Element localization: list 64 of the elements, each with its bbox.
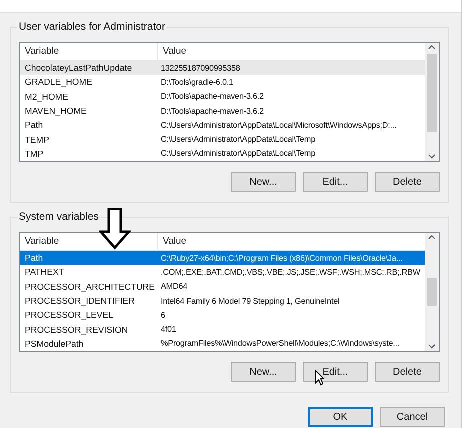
scroll-down-icon[interactable] [428,154,436,159]
variable-row[interactable]: PATHEXT .COM;.EXE;.BAT;.CMD;.VBS;.VBE;.JS;.JSE;.WSF;.WSH;.MSC;.RB;.RBW [20,265,425,280]
variable-value: .COM;.EXE;.BAT;.CMD;.VBS;.VBE;.JS;.JSE;.WSF;.WSH;.MSC;.RB;.RBW [160,268,422,277]
scrollbar[interactable] [425,43,439,161]
variable-value: %ProgramFiles%\WindowsPowerShell\Modules;C:\Windows\syste... [160,339,401,348]
column-header[interactable]: Value [158,233,425,250]
variable-row[interactable]: PROCESSOR_LEVEL 6 [20,308,425,322]
variable-value: D:\Tools\gradle-6.0.1 [160,78,234,87]
variable-row[interactable]: M2_HOME D:\Tools\apache-maven-3.6.2 [20,90,425,104]
variable-row[interactable]: PSModulePath %ProgramFiles%\WindowsPowerShell\Modules;C:\Windows\syste... [20,336,425,351]
variable-name: PROCESSOR_LEVEL [24,310,114,320]
variable-name: PROCESSOR_ARCHITECTURE [24,282,156,292]
action-button[interactable]: Edit... [303,172,368,192]
scroll-thumb[interactable] [427,278,437,306]
scroll-up-icon[interactable] [428,45,436,50]
variable-value: D:\Tools\apache-maven-3.6.2 [160,106,265,116]
variable-name: PROCESSOR_REVISION [24,324,130,335]
variable-name: M2_HOME [24,92,70,102]
variable-value: C:\Ruby27-x64\bin;C:\Program Files (x86)\Common Files\Oracle\Ja... [160,254,404,263]
variable-value: Intel64 Family 6 Model 79 Stepping 1, GenuineIntel [160,296,341,306]
variable-name: TEMP [24,134,50,145]
variable-value: C:\Users\Administrator\AppData\Local\Temp [160,149,316,158]
action-button[interactable]: Edit... [303,362,368,382]
scroll-thumb[interactable] [427,54,437,132]
action-button[interactable]: Delete [375,362,440,382]
group-title: System variables [17,211,101,223]
variable-value: 4f01 [160,325,178,334]
scroll-down-icon[interactable] [428,344,436,349]
variable-name: Path [24,120,44,130]
scroll-up-icon[interactable] [428,235,436,240]
variable-row[interactable]: PROCESSOR_ARCHITECTURE AMD64 [20,280,425,294]
variable-value: C:\Users\Administrator\AppData\Local\Temp [160,135,316,144]
variable-value: AMD64 [160,282,189,292]
variable-name: PSModulePath [24,338,85,349]
variable-row[interactable]: PROCESSOR_IDENTIFIER Intel64 Family 6 Model 79 Stepping 1, GenuineIntel [20,294,425,308]
variable-row[interactable]: Path C:\Users\Administrator\AppData\Local\Microsoft\WindowsApps;D:... [20,118,425,132]
action-button[interactable]: Delete [375,172,440,192]
variable-value: C:\Users\Administrator\AppData\Local\Microsoft\WindowsApps;D:... [160,120,398,130]
variable-value: 132255187090995358 [160,64,242,73]
variable-row[interactable]: Path C:\Ruby27-x64\bin;C:\Program Files (x86)\Common Files\Oracle\Ja... [20,251,425,266]
variable-name: PROCESSOR_IDENTIFIER [24,296,136,306]
column-header[interactable]: Value [158,43,425,60]
variable-name: ChocolateyLastPathUpdate [24,63,134,74]
mouse-pointer-icon [315,370,325,386]
dialog-button[interactable]: Cancel [380,407,445,427]
action-button[interactable]: New... [231,172,296,192]
variable-name: TMP [24,148,45,159]
scrollbar[interactable] [425,233,439,351]
dialog-button[interactable]: OK [308,407,373,427]
variable-value: 6 [160,310,166,320]
variable-name: PATHEXT [24,267,66,278]
variable-row[interactable]: MAVEN_HOME D:\Tools\apache-maven-3.6.2 [20,104,425,118]
variable-name: GRADLE_HOME [24,77,94,88]
action-button[interactable]: New... [231,362,296,382]
variable-name: MAVEN_HOME [24,106,88,116]
variable-row[interactable]: ChocolateyLastPathUpdate 132255187090995358 [20,61,425,76]
variable-row[interactable]: GRADLE_HOME D:\Tools\gradle-6.0.1 [20,75,425,90]
variable-name: Path [24,253,44,264]
variable-value: D:\Tools\apache-maven-3.6.2 [160,92,265,102]
group-title: User variables for Administrator [17,21,168,33]
variable-row[interactable]: TEMP C:\Users\Administrator\AppData\Local\Temp [20,132,425,147]
column-header[interactable]: Variable [20,43,158,60]
variable-row[interactable]: TMP C:\Users\Administrator\AppData\Local\Temp [20,146,425,161]
variable-row[interactable]: PROCESSOR_REVISION 4f01 [20,322,425,337]
